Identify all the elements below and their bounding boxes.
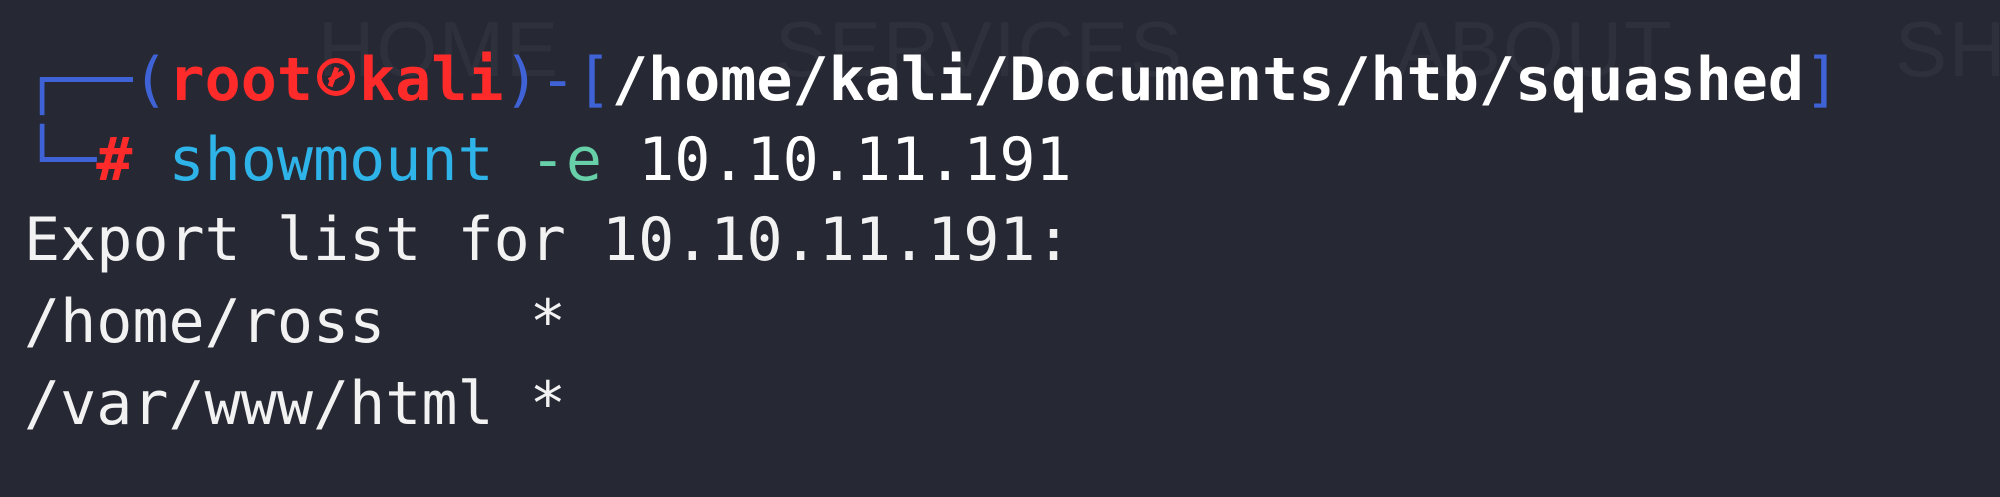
export-clients: *	[529, 287, 566, 357]
command-flag: -e	[529, 125, 602, 195]
prompt-line: ┌──(root kali)-[/home/kali/Documents/htb/…	[24, 40, 1840, 120]
command-program: showmount	[168, 125, 494, 195]
export-row: /var/www/html *	[24, 364, 566, 444]
export-clients: *	[529, 369, 566, 439]
prompt-user: root	[168, 45, 314, 115]
prompt-corner-top: ┌──(	[24, 45, 169, 115]
terminal-window[interactable]: HOME SERVICES ABOUT SH ┌──(root kali)-[/h…	[0, 0, 2000, 497]
export-row: /home/ross *	[24, 282, 566, 362]
export-path: /home/ross	[24, 287, 386, 357]
output-header: Export list for 10.10.11.191:	[24, 205, 1072, 275]
prompt-cwd: /home/kali/Documents/htb/squashed	[611, 45, 1804, 115]
prompt-bracket-open: )-[	[503, 45, 612, 115]
prompt-symbol: #	[96, 125, 133, 195]
export-path: /var/www/html	[24, 369, 494, 439]
prompt-corner-bottom: └─	[24, 125, 97, 195]
background-nav-item: SH	[1895, 5, 2000, 93]
prompt-bracket-close: ]	[1803, 45, 1841, 115]
prompt-host: kali	[359, 45, 504, 115]
kali-skull-icon	[317, 58, 355, 97]
command-argument: 10.10.11.191	[638, 125, 1072, 195]
command-line[interactable]: └─# showmount -e 10.10.11.191	[24, 120, 1072, 200]
